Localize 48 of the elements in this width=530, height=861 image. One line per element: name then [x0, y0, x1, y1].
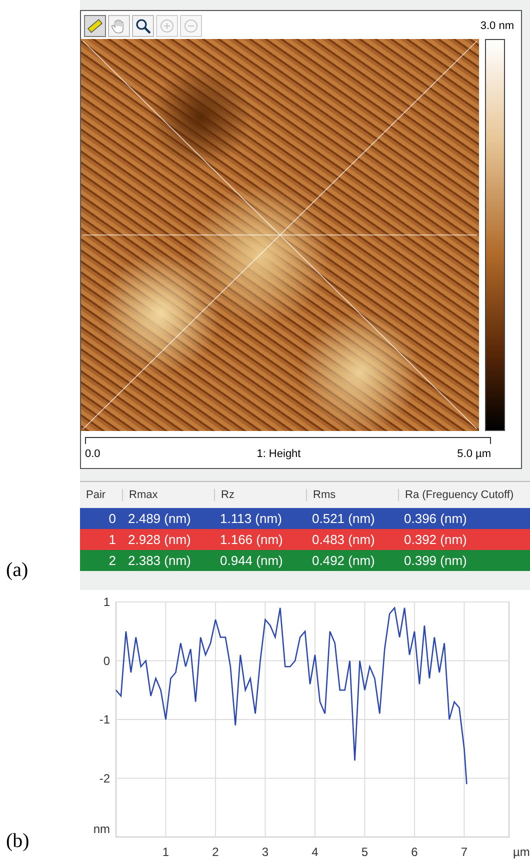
y-tick-label: 1	[103, 595, 110, 609]
panel-label: (a)	[5, 559, 28, 582]
column-header[interactable]: Pair	[80, 489, 122, 501]
channel-label: 1: Height	[256, 448, 301, 460]
table-cell-text: 0.521 (nm)	[311, 511, 376, 526]
x-tick-label: 2	[212, 845, 219, 859]
table-cell-text: 0.396 (nm)	[403, 511, 468, 526]
table-row[interactable]: 1 2.928 (nm) 1.166 (nm) 0.483 (nm) 0.392 (nm)	[80, 529, 530, 550]
color-scale-max: 3.0 nm	[480, 20, 515, 32]
table-cell-text: 2.928 (nm)	[127, 532, 192, 547]
y-axis-unit: nm	[93, 822, 110, 836]
x-tick-label: 4	[312, 845, 318, 859]
column-header[interactable]: Rms	[306, 489, 398, 501]
zoom-out-icon	[183, 18, 199, 34]
y-tick-label: 0	[103, 654, 110, 668]
table-cell-text: 0.492 (nm)	[311, 553, 376, 568]
ruler-tool-button[interactable]	[84, 15, 106, 37]
table-row[interactable]: 0 2.489 (nm) 1.113 (nm) 0.521 (nm) 0.396 (nm)	[80, 508, 530, 529]
table-cell-text: 2	[108, 553, 117, 568]
ruler-icon	[87, 18, 103, 34]
magnifier-tool-button[interactable]	[132, 15, 154, 37]
table-cell-text: 0.944 (nm)	[219, 553, 284, 568]
table-cell-text: 0	[108, 511, 117, 526]
table-cell-text: 2.489 (nm)	[127, 511, 192, 526]
table-cell-text: 0.392 (nm)	[403, 532, 468, 547]
scale-start: 0.0	[85, 448, 100, 460]
panel-label: (b)	[5, 830, 30, 853]
x-tick-label: 5	[361, 845, 368, 859]
table-cell-text: 0.483 (nm)	[311, 532, 376, 547]
x-axis-unit: µm	[513, 845, 530, 859]
table-cell-text: 2.383 (nm)	[127, 553, 192, 568]
y-tick-label: -1	[99, 712, 110, 726]
column-header[interactable]: Rmax	[122, 489, 214, 501]
table-cell-text: 0.399 (nm)	[403, 553, 468, 568]
x-tick-label: 6	[411, 845, 418, 859]
x-tick-label: 3	[262, 845, 269, 859]
column-header[interactable]: Rz	[214, 489, 306, 501]
x-tick-label: 7	[460, 845, 468, 859]
column-header[interactable]: Ra (Freguency Cutoff)	[398, 489, 530, 501]
scale-end: 5.0 µm	[457, 448, 491, 460]
y-tick-label: -2	[99, 771, 110, 786]
table-row[interactable]: 2 2.383 (nm) 0.944 (nm) 0.492 (nm) 0.399 (nm)	[80, 550, 530, 571]
table-cell-text: 1.166 (nm)	[219, 532, 284, 547]
table-cell-text: 1	[108, 532, 117, 547]
table-cell-text: 1.113 (nm)	[219, 511, 283, 526]
zoom-in-icon	[159, 18, 175, 34]
search-icon	[135, 18, 151, 34]
x-tick-label: 1	[162, 845, 170, 859]
